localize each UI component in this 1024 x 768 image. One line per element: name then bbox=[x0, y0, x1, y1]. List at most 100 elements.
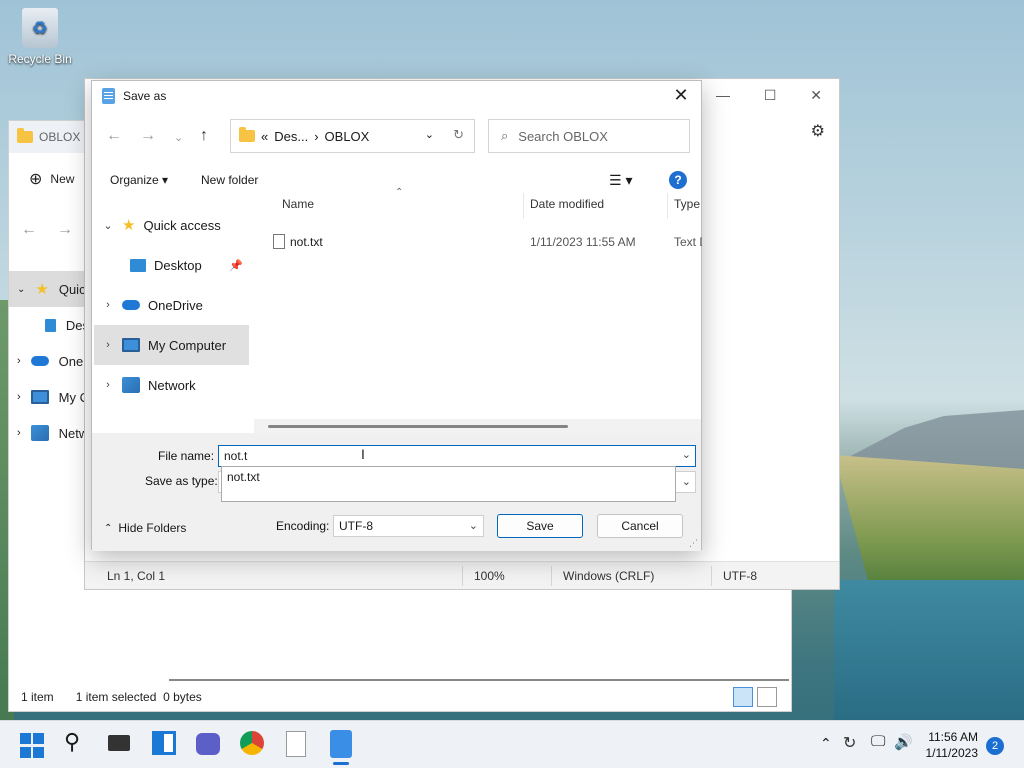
forward-arrow-icon[interactable]: → bbox=[57, 221, 73, 239]
tiles-view-button[interactable] bbox=[757, 687, 777, 707]
explorer-sidebar-network[interactable]: › Netw bbox=[9, 415, 89, 451]
file-name: not.txt bbox=[290, 235, 323, 249]
tree-item-desktop[interactable]: Desktop 📌 bbox=[94, 245, 249, 285]
save-button[interactable]: Save bbox=[497, 514, 583, 538]
chevron-down-icon[interactable]: ⌄ bbox=[682, 475, 691, 488]
monitor-icon bbox=[122, 338, 140, 352]
dialog-footer: File name: not.t ⌄ Save as type: ⌄ not.t… bbox=[92, 433, 701, 551]
explorer-status-bar: 1 item 1 item selected 0 bytes bbox=[9, 683, 791, 711]
close-icon[interactable]: ✕ bbox=[669, 85, 693, 106]
chevron-down-icon[interactable]: ⌄ bbox=[682, 448, 691, 461]
refresh-icon[interactable]: ↻ bbox=[453, 127, 464, 143]
wallpaper-meadow bbox=[834, 455, 1024, 595]
hide-folders-label: Hide Folders bbox=[118, 521, 187, 535]
file-list-scrollbar[interactable] bbox=[254, 419, 701, 433]
organize-label: Organize bbox=[110, 173, 159, 187]
chrome-icon[interactable] bbox=[240, 731, 264, 755]
column-header-name[interactable]: Name bbox=[282, 197, 314, 211]
column-header-date[interactable]: Date modified bbox=[530, 197, 604, 211]
encoding-select[interactable]: UTF-8 ⌄ bbox=[333, 515, 484, 537]
tree-item-label: Quick access bbox=[143, 217, 221, 233]
back-arrow-icon[interactable]: ← bbox=[21, 221, 37, 239]
task-view-icon[interactable] bbox=[108, 735, 130, 751]
chevron-right-icon[interactable]: › bbox=[102, 339, 114, 351]
breadcrumb-overflow[interactable]: « bbox=[261, 129, 268, 144]
desktop-icon bbox=[130, 258, 146, 272]
text-cursor-icon: I bbox=[361, 446, 365, 462]
maximize-button[interactable]: ☐ bbox=[764, 87, 777, 104]
teams-chat-icon[interactable] bbox=[196, 733, 220, 755]
up-arrow-icon[interactable]: ↑ bbox=[200, 127, 208, 145]
taskbar: ⚲ ⌃ ↻ 🖵 🔊 11:56 AM 1/11/2023 2 bbox=[0, 720, 1024, 768]
explorer-new-button[interactable]: New bbox=[50, 172, 74, 186]
explorer-scrollbar[interactable] bbox=[169, 679, 789, 681]
notification-badge[interactable]: 2 bbox=[986, 737, 1004, 755]
notepad-taskbar-icon[interactable] bbox=[330, 730, 352, 758]
scrollbar-thumb[interactable] bbox=[268, 425, 568, 428]
monitor-icon bbox=[30, 390, 49, 404]
volume-icon[interactable]: 🔊 bbox=[894, 733, 913, 751]
chevron-down-icon: ⌄ bbox=[17, 283, 26, 295]
recycle-bin[interactable]: ♻ Recycle Bin bbox=[6, 8, 74, 66]
chevron-right-icon[interactable]: › bbox=[102, 299, 114, 311]
tree-item-my-computer[interactable]: › My Computer bbox=[94, 325, 249, 365]
recycle-bin-label: Recycle Bin bbox=[8, 52, 72, 66]
pin-icon[interactable]: 📌 bbox=[229, 259, 243, 272]
tree-item-label: Desktop bbox=[154, 257, 202, 273]
sync-icon[interactable]: ↻ bbox=[843, 733, 856, 753]
chevron-down-icon[interactable]: ⌄ bbox=[102, 219, 114, 232]
explorer-sidebar-my-computer[interactable]: › My C bbox=[9, 379, 89, 415]
gear-icon[interactable]: ⚙ bbox=[811, 121, 825, 141]
star-icon: ★ bbox=[122, 217, 136, 234]
help-icon[interactable]: ? bbox=[669, 171, 687, 189]
recent-locations-chevron-icon[interactable]: ⌄ bbox=[174, 131, 183, 144]
breadcrumb-current[interactable]: OBLOX bbox=[325, 129, 370, 144]
address-dropdown-icon[interactable]: ⌄ bbox=[425, 128, 434, 141]
minimize-button[interactable]: — bbox=[716, 87, 730, 103]
selected-size: 0 bytes bbox=[163, 690, 202, 704]
chevron-right-icon[interactable]: › bbox=[102, 379, 114, 391]
autocomplete-dropdown: not.txt bbox=[221, 466, 676, 502]
cursor-position: Ln 1, Col 1 bbox=[107, 569, 166, 583]
hide-folders-button[interactable]: ⌃ Hide Folders bbox=[104, 521, 186, 535]
file-name-label: File name: bbox=[158, 449, 215, 463]
file-name-input[interactable]: not.t ⌄ bbox=[218, 445, 696, 467]
organize-button[interactable]: Organize ▾ bbox=[110, 173, 168, 187]
encoding-status: UTF-8 bbox=[723, 569, 757, 583]
encoding-label: Encoding: bbox=[276, 519, 330, 533]
new-folder-button[interactable]: New folder bbox=[201, 173, 258, 187]
close-button[interactable]: ✕ bbox=[810, 87, 822, 104]
search-input[interactable]: ⌕ Search OBLOX bbox=[488, 119, 690, 153]
network-status-icon[interactable]: 🖵 bbox=[871, 733, 885, 750]
clock[interactable]: 11:56 AM 1/11/2023 bbox=[926, 729, 979, 761]
address-bar[interactable]: « Des... › OBLOX ⌄ ↻ bbox=[230, 119, 475, 153]
file-row[interactable]: not.txt 1/11/2023 11:55 AM Text D bbox=[267, 231, 702, 253]
tree-item-label: OneDrive bbox=[148, 297, 203, 313]
search-icon[interactable]: ⚲ bbox=[64, 729, 90, 755]
explorer-sidebar-onedrive[interactable]: › OneI bbox=[9, 343, 89, 379]
chevron-up-icon[interactable]: ⌃ bbox=[820, 735, 832, 752]
column-header-type[interactable]: Type bbox=[674, 197, 702, 211]
details-view-button[interactable] bbox=[733, 687, 753, 707]
autocomplete-item[interactable]: not.txt bbox=[227, 470, 670, 484]
navigation-pane: ⌄ ★ Quick access Desktop 📌 › OneDrive › My Co… bbox=[94, 205, 249, 405]
file-icon[interactable] bbox=[286, 731, 306, 757]
breadcrumb-parent[interactable]: Des... bbox=[274, 129, 308, 144]
cloud-icon bbox=[122, 300, 140, 310]
explorer-sidebar-quick-access[interactable]: ⌄ ★ Quic bbox=[9, 271, 89, 307]
widgets-icon[interactable] bbox=[152, 731, 176, 755]
resize-grip-icon[interactable]: ⋰ bbox=[689, 538, 698, 549]
item-count: 1 item bbox=[21, 690, 54, 704]
cancel-button[interactable]: Cancel bbox=[597, 514, 683, 538]
explorer-sidebar-desktop[interactable]: Des bbox=[9, 307, 89, 343]
forward-arrow-icon[interactable]: → bbox=[140, 127, 156, 145]
tree-item-onedrive[interactable]: › OneDrive bbox=[94, 285, 249, 325]
tree-item-quick-access[interactable]: ⌄ ★ Quick access bbox=[94, 205, 249, 245]
view-options-icon[interactable]: ☰ ▾ bbox=[609, 172, 632, 189]
line-ending: Windows (CRLF) bbox=[563, 569, 655, 583]
back-arrow-icon[interactable]: ← bbox=[106, 127, 122, 145]
explorer-sidebar: ⌄ ★ Quic Des › OneI › My C › Netw bbox=[9, 271, 89, 451]
cloud-icon bbox=[30, 356, 49, 366]
start-button-icon[interactable] bbox=[20, 733, 46, 759]
tree-item-network[interactable]: › Network bbox=[94, 365, 249, 405]
